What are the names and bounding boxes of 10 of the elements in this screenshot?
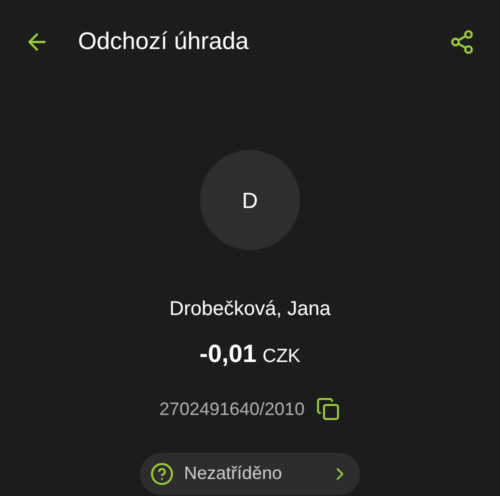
share-button[interactable] (448, 28, 476, 56)
payee-name: Drobečková, Jana (169, 297, 331, 322)
amount: -0,01 (200, 339, 256, 370)
category-chip[interactable]: Nezatříděno (140, 452, 360, 494)
currency: CZK (262, 345, 300, 369)
question-icon (150, 462, 174, 486)
page-title: Odchozí úhrada (78, 27, 250, 57)
avatar: D (200, 150, 300, 250)
copy-button[interactable] (314, 396, 341, 422)
account-number: 2702491640/2010 (159, 398, 305, 420)
